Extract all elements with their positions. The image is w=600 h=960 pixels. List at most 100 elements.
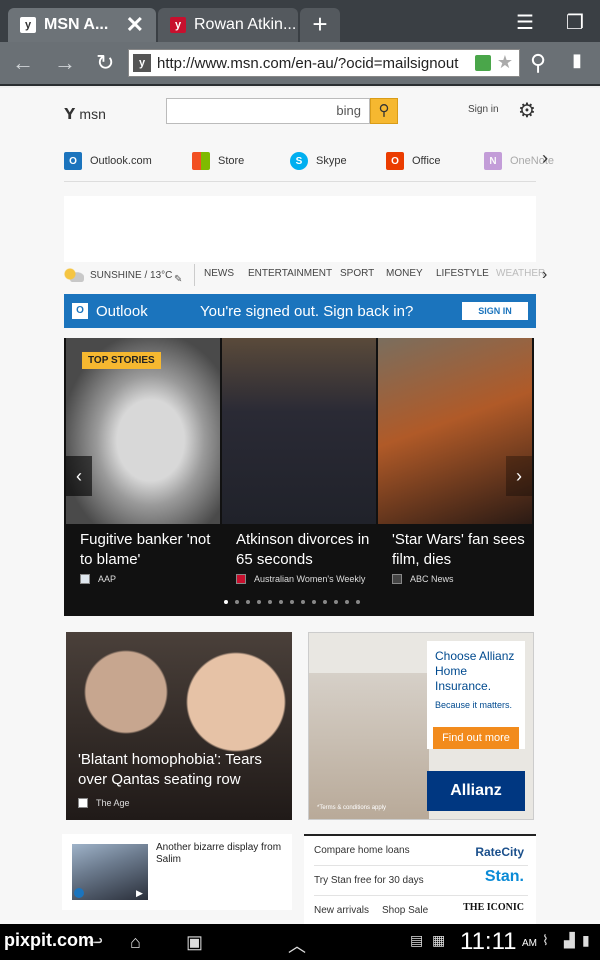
carousel-dot[interactable] (301, 600, 305, 604)
site-icon: y (133, 54, 151, 72)
ad-banner[interactable] (64, 196, 536, 262)
promo-label-2[interactable]: Shop Sale (382, 905, 428, 916)
nav-entertainment[interactable]: ENTERTAINMENT (248, 268, 332, 279)
outlook-signin-banner: O Outlook You're signed out. Sign back i… (64, 294, 536, 328)
carousel-dot[interactable] (235, 600, 239, 604)
gallery-icon: ▦ (432, 932, 446, 948)
allianz-ad[interactable]: Choose Allianz Home Insurance. Because i… (308, 632, 534, 820)
nav-lifestyle[interactable]: LIFESTYLE (436, 268, 489, 279)
outlook-message[interactable]: You're signed out. Sign back in? (200, 303, 413, 320)
promo-label: Compare home loans (314, 845, 410, 856)
windows-icon[interactable]: ❐ (566, 10, 584, 35)
bookmarks-icon[interactable]: ▮ (572, 50, 582, 71)
find-out-more-button[interactable]: Find out more (433, 727, 519, 749)
carousel-prev-icon[interactable]: ‹ (66, 456, 92, 496)
sign-in-link[interactable]: Sign in (468, 104, 499, 115)
promo-label[interactable]: New arrivals (314, 905, 369, 916)
skype-icon: S (290, 152, 308, 170)
up-chevron-icon[interactable]: ︿ (288, 932, 306, 958)
source-logo-icon (80, 574, 90, 584)
nav-money[interactable]: MONEY (386, 268, 423, 279)
carousel-dot[interactable] (246, 600, 250, 604)
search-icon[interactable]: ⚲ (530, 50, 546, 76)
story-source: AAP (80, 574, 116, 584)
shortcut-outlook[interactable]: O Outlook.com (64, 152, 152, 170)
wifi-icon: ⌇ (542, 932, 549, 948)
msn-bird-icon: ʏ (64, 102, 76, 124)
security-icon[interactable] (475, 55, 491, 71)
nav-news[interactable]: NEWS (204, 268, 234, 279)
shortcut-store[interactable]: Store (192, 152, 244, 170)
store-icon (192, 152, 210, 170)
ad-tagline: Because it matters. (435, 700, 513, 710)
carousel-dot[interactable] (279, 600, 283, 604)
msn-logo[interactable]: ʏ msn (64, 102, 106, 125)
story-card[interactable]: Atkinson divorces in 65 seconds Australi… (222, 338, 376, 616)
carousel-dot[interactable] (268, 600, 272, 604)
carousel-dot[interactable] (345, 600, 349, 604)
new-tab-button[interactable]: + (300, 8, 340, 42)
shortcut-label: Store (218, 155, 245, 167)
allianz-logo: Allianz (427, 771, 525, 811)
source-logo-icon (392, 574, 402, 584)
story-title: Fugitive banker 'not to blame' (80, 531, 211, 568)
url-field[interactable]: y http://www.msn.com/en-au/?ocid=mailsig… (128, 49, 520, 77)
carousel-dot[interactable] (312, 600, 316, 604)
source-logo-icon (236, 574, 246, 584)
search-button[interactable]: ⚲ (370, 98, 398, 124)
divider (194, 264, 195, 286)
promo-row[interactable]: New arrivals Shop Sale THE ICONIC (314, 896, 528, 924)
carousel-next-icon[interactable]: › (506, 456, 532, 496)
tab-msn[interactable]: y MSN A... ✕ (8, 8, 156, 42)
browser-tab-bar: y MSN A... ✕ y Rowan Atkin... + ☰ ❐ (0, 0, 600, 42)
promo-row[interactable]: Try Stan free for 30 days Stan. (314, 866, 528, 896)
story-image (378, 338, 532, 524)
ad-image (309, 673, 429, 819)
story-image (66, 632, 292, 820)
carousel-dot[interactable] (224, 600, 228, 604)
ad-headline: Choose Allianz Home Insurance. (435, 649, 515, 693)
weather-label: SUNSHINE / 13°C (90, 269, 173, 281)
shortcuts-next-icon[interactable]: › (542, 148, 548, 169)
back-icon[interactable]: ← (12, 50, 34, 76)
msn-favicon: y (20, 17, 36, 33)
watermark: pixpit.com (4, 930, 95, 950)
clock: 11:11 (460, 928, 517, 955)
story-title: 'Blatant homophobia': Tears over Qantas … (78, 751, 262, 788)
bookmark-star-icon[interactable]: ★ (497, 52, 513, 73)
tab-rowan-atkinson[interactable]: y Rowan Atkin... (158, 8, 298, 42)
edit-pencil-icon[interactable]: ✎ (174, 274, 182, 285)
close-tab-icon[interactable]: ✕ (126, 12, 144, 38)
shortcut-skype[interactable]: S Skype (290, 152, 347, 170)
search-input[interactable]: bing (166, 98, 370, 124)
weather-widget[interactable]: SUNSHINE / 13°C (64, 268, 172, 282)
menu-icon[interactable]: ☰ (516, 10, 534, 35)
carousel-dot[interactable] (290, 600, 294, 604)
clock-ampm: AM (522, 938, 537, 949)
office-icon: O (386, 152, 404, 170)
feature-story-card[interactable]: 'Blatant homophobia': Tears over Qantas … (66, 632, 292, 820)
weather-nav-bar: SUNSHINE / 13°C ✎ NEWS ENTERTAINMENT SPO… (64, 264, 547, 286)
carousel-dot[interactable] (356, 600, 360, 604)
sign-in-button[interactable]: SIGN IN (462, 302, 528, 320)
nav-next-icon[interactable]: › (542, 266, 547, 284)
source-label: Australian Women's Weekly (254, 574, 366, 584)
outlook-icon: O (72, 303, 88, 319)
battery-icon: ▮ (582, 932, 590, 948)
forward-icon[interactable]: → (54, 50, 76, 76)
recent-apps-icon[interactable]: ▣ (186, 932, 203, 953)
carousel-dot[interactable] (257, 600, 261, 604)
carousel-dot[interactable] (334, 600, 338, 604)
related-story-card[interactable]: ▶ Another bizarre display from Salim (62, 834, 292, 910)
nav-weather[interactable]: WEATHER (496, 268, 545, 279)
nav-sport[interactable]: SPORT (340, 268, 374, 279)
source-logo-icon (78, 798, 88, 808)
address-bar: ← → ↻ y http://www.msn.com/en-au/?ocid=m… (0, 42, 600, 86)
home-nav-icon[interactable]: ⌂ (130, 932, 141, 953)
reload-icon[interactable]: ↻ (96, 50, 114, 76)
gear-icon[interactable]: ⚙ (518, 98, 536, 123)
carousel-dot[interactable] (323, 600, 327, 604)
promo-row[interactable]: Compare home loans RateCity (314, 836, 528, 866)
video-badge-icon (74, 888, 84, 898)
shortcut-office[interactable]: O Office (386, 152, 441, 170)
